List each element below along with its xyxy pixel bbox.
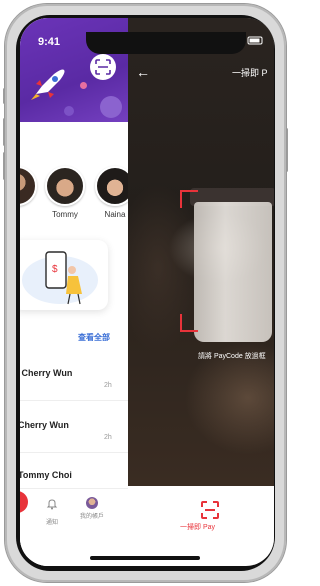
tab-notifications[interactable]: 通知 xyxy=(32,497,72,526)
conversation-name[interactable]: Tommy Choi xyxy=(20,470,72,480)
tab-my-account[interactable]: 我的帳戶 xyxy=(72,497,112,520)
avatar xyxy=(95,166,128,206)
tab-label: 通知 xyxy=(45,520,58,526)
tab-label: 我的帳戶 xyxy=(79,514,104,520)
scan-panel: ← 一掃即 P 請將 PayCode 放過框 一掃即 Pay xyxy=(128,18,274,566)
friend-item[interactable]: Tommy xyxy=(42,166,88,219)
phone-screen: 9:41 Tommy Naina $ 查看全部 Cherry Wun 2h Ch… xyxy=(20,18,274,566)
avatar-icon xyxy=(86,497,98,509)
conversation-time: 2h xyxy=(104,382,112,389)
friend-partial[interactable] xyxy=(20,166,40,206)
scan-hint: 請將 PayCode 放過框 xyxy=(198,353,266,360)
conversation-name[interactable]: s Cherry Wun xyxy=(20,368,72,378)
phone-illustration-icon: $ xyxy=(22,251,98,305)
friend-name: Tommy xyxy=(52,210,78,219)
scan-pay-icon[interactable] xyxy=(200,500,220,520)
decor-bubble xyxy=(64,106,74,116)
avatar xyxy=(20,166,37,206)
phone-notch xyxy=(86,32,246,54)
status-time: 9:41 xyxy=(38,36,61,48)
scan-frame-corner xyxy=(180,190,198,208)
conversation-name[interactable]: Cherry Wun xyxy=(20,420,69,430)
camera-object xyxy=(194,202,272,342)
friends-row: Tommy Naina xyxy=(20,166,128,226)
scan-pay-label[interactable]: 一掃即 Pay xyxy=(180,522,215,532)
svg-text:$: $ xyxy=(52,264,58,275)
see-all-link[interactable]: 查看全部 xyxy=(78,332,110,343)
home-indicator xyxy=(90,556,200,560)
decor-bubble xyxy=(80,82,87,89)
rocket-icon xyxy=(31,69,65,100)
scan-frame-corner xyxy=(180,314,198,332)
row-divider xyxy=(20,400,128,401)
page-title: 一掃即 P xyxy=(232,68,268,78)
bell-icon xyxy=(46,499,58,510)
conversation-time: 2h xyxy=(104,434,112,441)
decor-bubble xyxy=(100,96,122,118)
back-arrow-icon[interactable]: ← xyxy=(136,64,150,80)
scan-icon xyxy=(95,59,111,75)
avatar xyxy=(45,166,85,206)
bottom-tab-bar: 通知 我的帳戶 xyxy=(20,488,128,566)
row-divider xyxy=(20,452,128,453)
scan-button[interactable] xyxy=(90,54,116,80)
home-panel: 9:41 Tommy Naina $ 查看全部 Cherry Wun 2h Ch… xyxy=(20,18,128,566)
scan-tab-button[interactable] xyxy=(20,491,28,513)
promo-card[interactable]: $ xyxy=(20,240,108,310)
friend-item[interactable]: Naina xyxy=(92,166,128,219)
friend-name: Naina xyxy=(104,210,126,219)
